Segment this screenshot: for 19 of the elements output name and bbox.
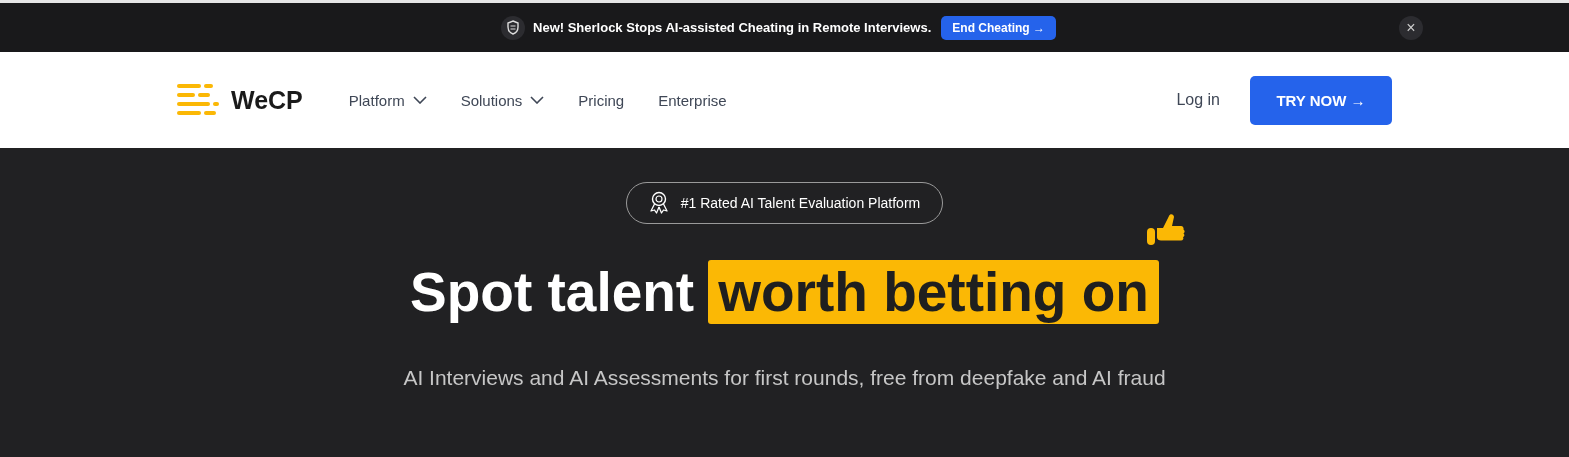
end-cheating-button[interactable]: End Cheating →: [941, 15, 1056, 40]
hero-subtitle: AI Interviews and AI Assessments for first rounds, free from deepfake and AI fraud: [403, 366, 1166, 390]
login-link[interactable]: Log in: [1176, 91, 1220, 109]
try-now-button[interactable]: TRY NOW →: [1250, 75, 1392, 125]
nav-link[interactable]: Platform: [348, 91, 427, 109]
nav-link[interactable]: Solutions: [460, 91, 545, 109]
nav-link[interactable]: Pricing: [578, 91, 625, 109]
shield-icon: [501, 15, 525, 40]
announcement-text: New! Sherlock Stops AI-assisted Cheating in Remote Interviews.: [533, 20, 932, 35]
logo-text: WeCP: [231, 85, 303, 115]
headline-text: Spot talent: [410, 260, 695, 324]
badge-text: #1 Rated AI Talent Evaluation Platform: [680, 195, 921, 211]
chevron-down-icon: [530, 96, 545, 104]
close-button[interactable]: ×: [1399, 16, 1423, 40]
highlighted-headline-text: worth betting on: [708, 260, 1159, 324]
chevron-down-icon: [412, 96, 427, 104]
award-ribbon-icon: [648, 191, 669, 215]
logo-icon: [177, 84, 219, 116]
nav-link[interactable]: Enterprise: [658, 91, 727, 109]
